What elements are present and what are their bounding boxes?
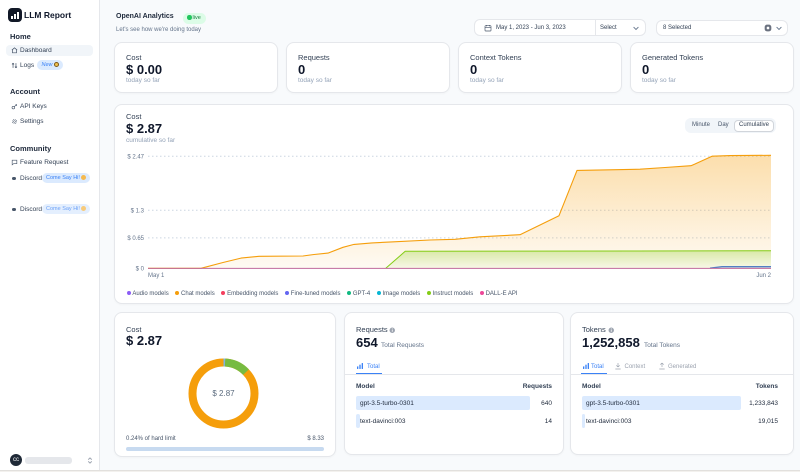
svg-text:$ 0.65: $ 0.65	[127, 236, 144, 242]
svg-text:May 1: May 1	[148, 273, 165, 279]
svg-text:$ 2.87: $ 2.87	[212, 389, 235, 398]
svg-text:$ 0: $ 0	[136, 266, 145, 272]
svg-text:$ 1.3: $ 1.3	[131, 208, 145, 214]
svg-text:Jun 2: Jun 2	[756, 273, 771, 279]
svg-text:$ 2.47: $ 2.47	[127, 154, 144, 160]
